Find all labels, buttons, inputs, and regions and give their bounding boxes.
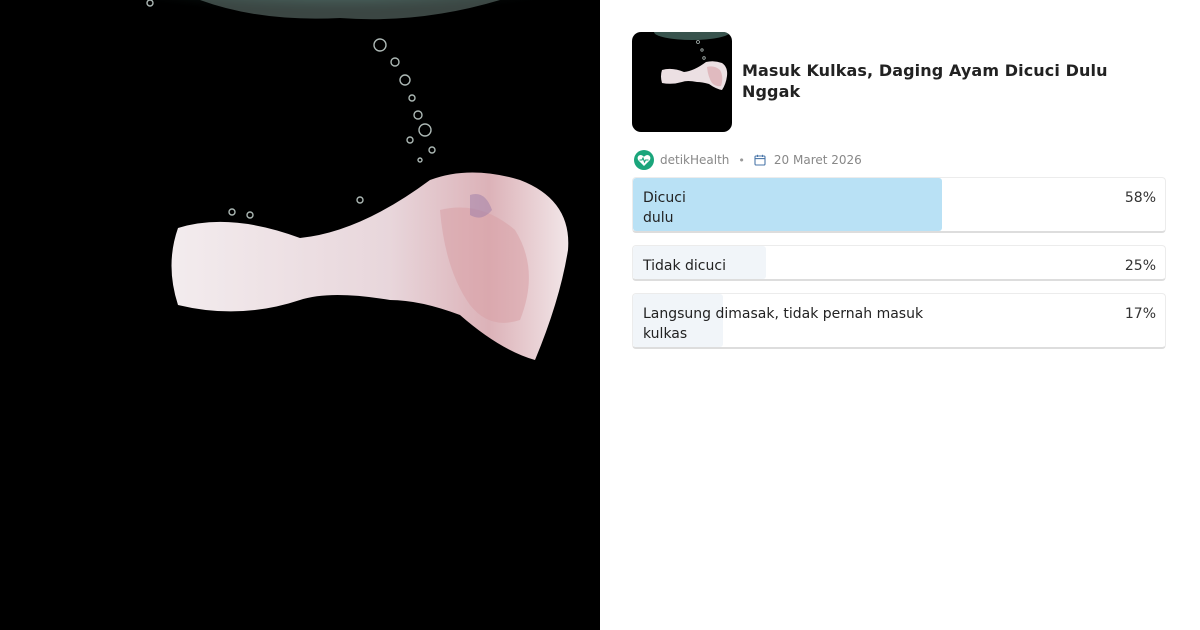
poll-header: Masuk Kulkas, Daging Ayam Dicuci Dulu Ng… — [632, 32, 1168, 132]
poll-option-langsung-dimasak[interactable]: Langsung dimasak, tidak pernah masuk kulk… — [632, 293, 1166, 349]
hero-image — [0, 0, 600, 630]
option-label: Langsung dimasak, tidak pernah masuk kulk… — [643, 306, 924, 342]
option-label: Tidak dicuci — [643, 258, 726, 274]
option-percent: 58% — [1124, 190, 1156, 206]
calendar-icon — [754, 154, 766, 166]
poll-option-tidak-dicuci[interactable]: Tidak dicuci 25% — [632, 245, 1166, 281]
option-percent: 25% — [1124, 258, 1156, 274]
source-name[interactable]: detikHealth — [660, 153, 729, 167]
poll-thumbnail[interactable] — [632, 32, 732, 132]
heart-pulse-icon — [634, 150, 654, 170]
poll-option-dicuci-dulu[interactable]: Dicuci dulu 58% — [632, 177, 1166, 233]
poll-options: Dicuci dulu 58% Tidak dicuci 25% Langsung… — [632, 177, 1168, 349]
meta-separator: • — [738, 153, 745, 167]
option-label: Dicuci dulu — [643, 190, 686, 226]
option-percent: 17% — [1124, 306, 1156, 322]
poll-card: Masuk Kulkas, Daging Ayam Dicuci Dulu Ng… — [632, 32, 1168, 361]
poll-title: Masuk Kulkas, Daging Ayam Dicuci Dulu Ng… — [742, 61, 1108, 101]
poll-date: 20 Maret 2026 — [773, 153, 862, 167]
poll-meta: detikHealth • 20 Maret 2026 — [632, 149, 1168, 171]
